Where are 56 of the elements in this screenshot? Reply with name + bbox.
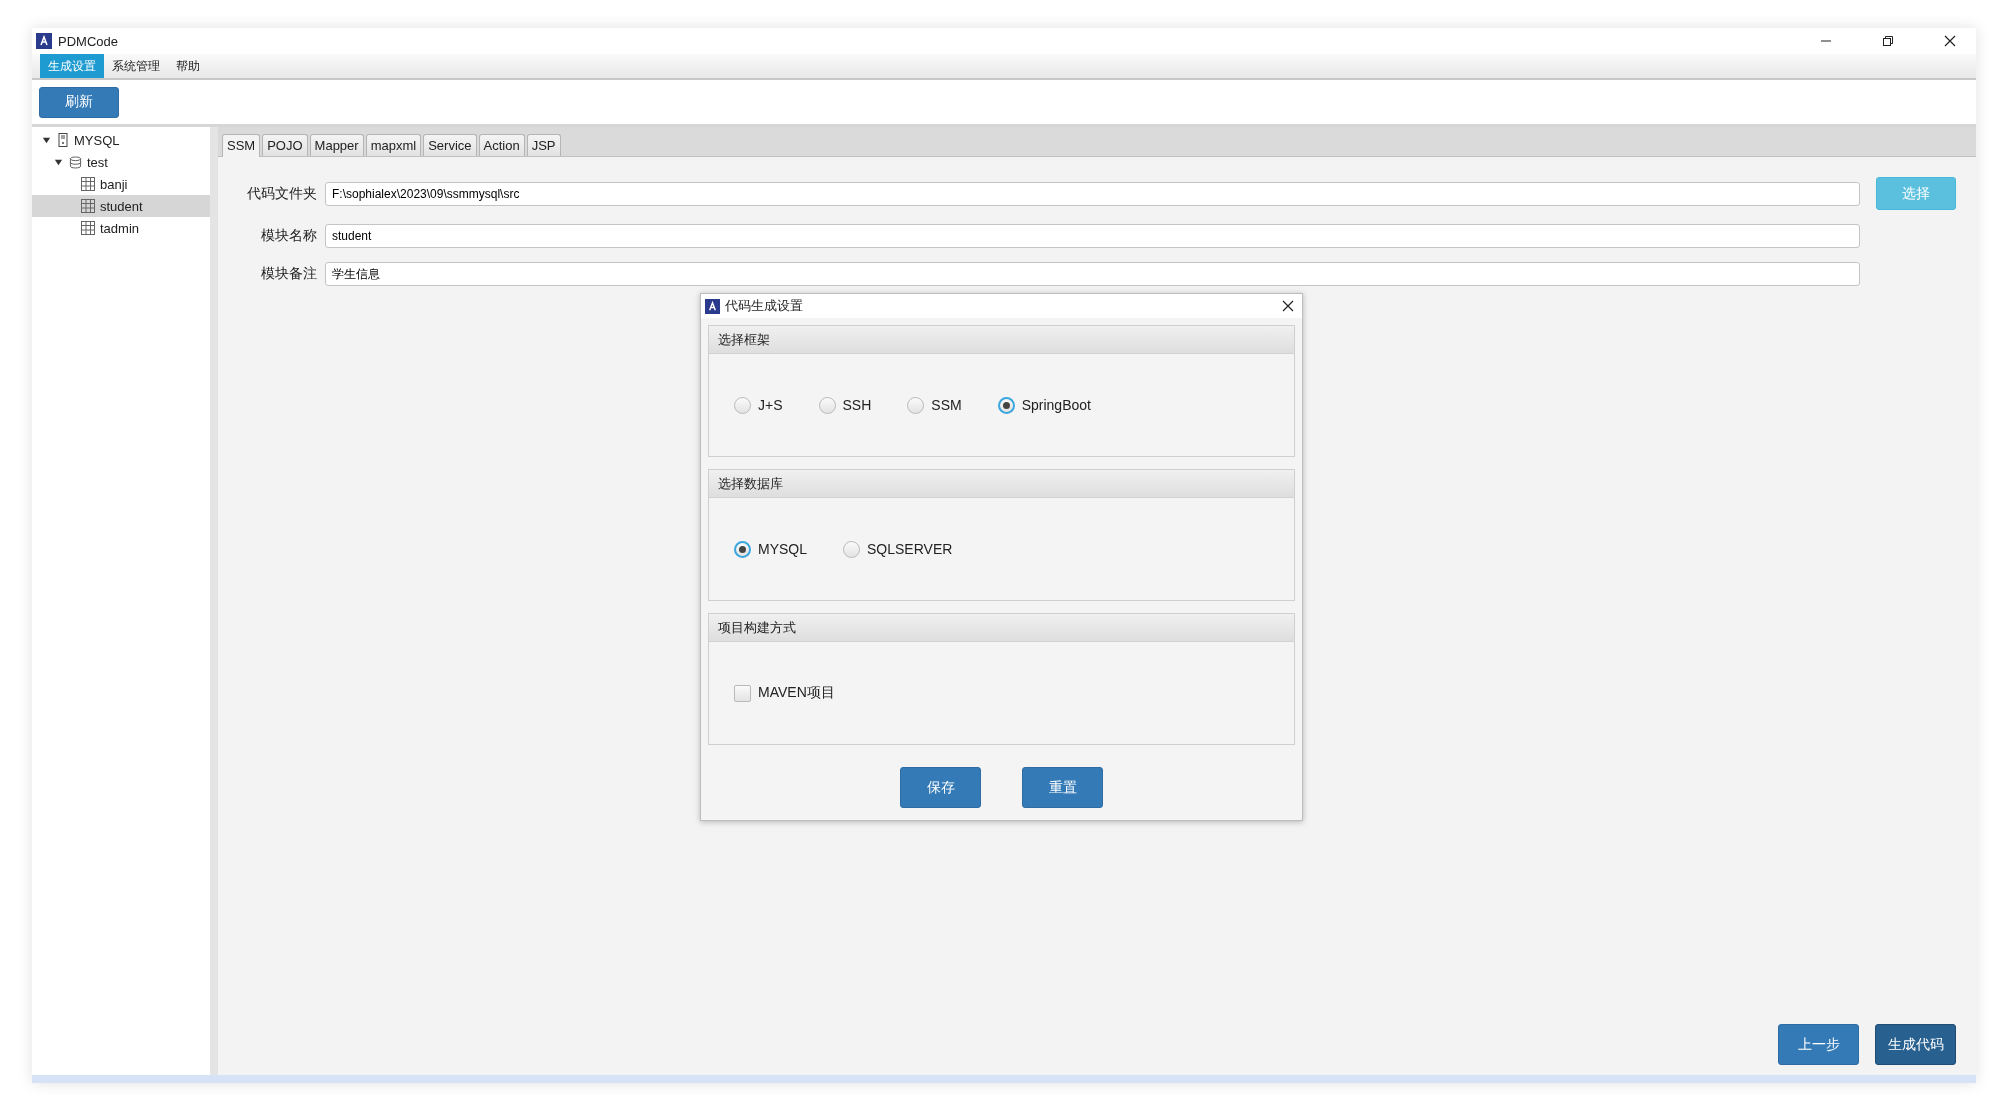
menu-item[interactable]: 帮助: [168, 54, 208, 78]
field-label: 代码文件夹: [246, 184, 317, 203]
tab[interactable]: Action: [478, 134, 525, 156]
footer-button[interactable]: 上一步: [1778, 1024, 1859, 1065]
refresh-button[interactable]: 刷新: [39, 86, 119, 118]
tab[interactable]: POJO: [262, 134, 308, 156]
expand-arrow-icon[interactable]: [54, 157, 63, 167]
tab[interactable]: Service: [423, 134, 477, 156]
database-icon: [69, 155, 82, 169]
window-title: PDMCode: [58, 33, 118, 49]
restore-icon[interactable]: [1882, 35, 1894, 47]
app-logo-icon: [705, 298, 720, 314]
field-label: 模块备注: [260, 265, 317, 283]
tab[interactable]: JSP: [526, 134, 561, 156]
option-label: MAVEN项目: [758, 684, 835, 702]
radio-button[interactable]: [907, 396, 925, 414]
option-label: SSH: [842, 397, 872, 413]
dialog-button[interactable]: 保存: [900, 767, 981, 808]
table-icon: [81, 177, 95, 191]
input-field[interactable]: F:\sophialex\2023\09\ssmmysql\src: [325, 181, 1860, 206]
dialog-title: 代码生成设置: [725, 297, 803, 315]
server-icon: [57, 133, 69, 147]
tab[interactable]: Mapper: [309, 134, 364, 156]
close-icon[interactable]: [1944, 35, 1956, 47]
tree-item[interactable]: test: [32, 151, 210, 173]
radio-button[interactable]: [734, 396, 751, 414]
tab[interactable]: SSM: [222, 134, 261, 157]
tree-item[interactable]: banji: [32, 173, 210, 195]
expand-arrow-icon[interactable]: [42, 135, 51, 145]
app-logo-icon: [36, 33, 52, 49]
option-label: SQLSERVER: [867, 541, 953, 557]
section-header: 项目构建方式: [709, 614, 1294, 642]
tab[interactable]: mapxml: [365, 134, 422, 156]
input-field[interactable]: student: [325, 224, 1860, 248]
option-label: SpringBoot: [1021, 397, 1091, 413]
radio-button[interactable]: [734, 540, 751, 558]
tree-item[interactable]: student: [32, 195, 210, 217]
option-label: J+S: [758, 397, 783, 413]
tree-item[interactable]: tadmin: [32, 217, 210, 239]
radio-button[interactable]: [843, 540, 860, 558]
close-icon[interactable]: [1282, 300, 1294, 312]
radio-button[interactable]: [997, 396, 1015, 414]
option-label: SSM: [931, 397, 962, 413]
menu-item[interactable]: 系统管理: [104, 54, 168, 78]
radio-button[interactable]: [818, 396, 836, 414]
field-label: 模块名称: [260, 227, 317, 245]
input-field[interactable]: 学生信息: [325, 262, 1860, 286]
option-label: MYSQL: [758, 541, 807, 557]
table-icon: [81, 199, 95, 213]
section-header: 选择数据库: [709, 470, 1294, 498]
checkbox[interactable]: [734, 684, 751, 702]
footer-button[interactable]: 生成代码: [1875, 1024, 1956, 1065]
table-icon: [81, 221, 95, 235]
dialog-button[interactable]: 重置: [1022, 767, 1103, 808]
section-header: 选择框架: [709, 326, 1294, 354]
tree-item[interactable]: MYSQL: [32, 129, 210, 151]
